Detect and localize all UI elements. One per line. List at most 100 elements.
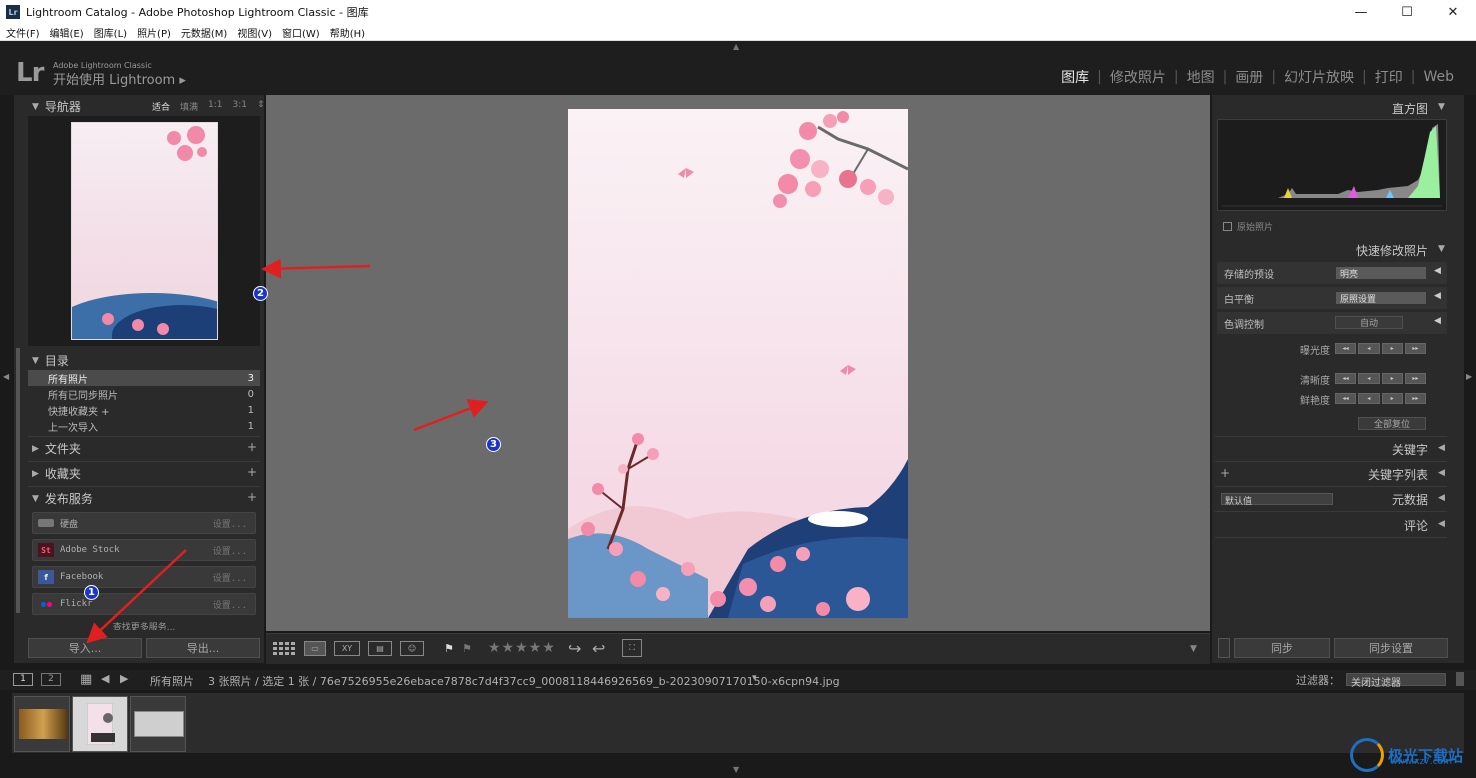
menu-file[interactable]: 文件(F) (6, 25, 40, 40)
bottom-panel-toggle-icon[interactable]: ▼ (733, 765, 739, 774)
catalog-quick-collection[interactable]: 快捷收藏夹 + 1 (28, 402, 260, 418)
menu-library[interactable]: 图库(L) (94, 25, 127, 40)
module-print[interactable]: 打印 (1367, 67, 1411, 87)
exposure-increase-large[interactable]: ▸▸ (1404, 343, 1426, 354)
navigator-thumbnail[interactable] (71, 122, 218, 340)
publish-settings-link[interactable]: 设置... (213, 571, 247, 584)
expand-triangle-icon[interactable]: ◀ (1434, 291, 1441, 301)
expand-triangle-icon[interactable]: ◀ (1434, 266, 1441, 276)
module-library[interactable]: 图库 (1053, 67, 1097, 87)
exposure-decrease-large[interactable]: ◂◂ (1335, 343, 1357, 354)
compare-view-icon[interactable]: XY (334, 641, 360, 656)
vibrance-increase-large[interactable]: ▸▸ (1404, 393, 1426, 404)
filmstrip-thumb[interactable] (130, 696, 186, 752)
collapse-triangle-icon[interactable]: ▼ (1438, 102, 1445, 112)
original-photo-checkbox[interactable] (1223, 222, 1232, 231)
primary-window-button[interactable]: 1 (13, 673, 33, 686)
collections-header[interactable]: ▶ 收藏夹 (32, 465, 81, 482)
reject-flag-icon[interactable]: ⚑ (462, 642, 472, 655)
keyword-list-title[interactable]: 关键字列表 (1368, 466, 1428, 483)
loupe-view-icon[interactable]: ▭ (304, 641, 326, 656)
catalog-synced-photos[interactable]: 所有已同步照片 0 (28, 386, 260, 402)
export-button[interactable]: 导出... (146, 638, 260, 658)
vibrance-decrease-large[interactable]: ◂◂ (1335, 393, 1357, 404)
expand-triangle-icon[interactable]: ◀ (1438, 443, 1445, 453)
metadata-title[interactable]: 元数据 (1392, 491, 1428, 508)
zoom-1-1[interactable]: 1:1 (208, 100, 222, 113)
publish-hard-drive[interactable]: 硬盘 设置... (32, 512, 256, 534)
module-map[interactable]: 地图 (1179, 67, 1223, 87)
publish-settings-link[interactable]: 设置... (213, 517, 247, 530)
folders-header[interactable]: ▶ 文件夹 (32, 440, 81, 457)
rotate-right-icon[interactable]: ↩ (592, 639, 605, 658)
publish-settings-link[interactable]: 设置... (213, 544, 247, 557)
source-dropdown-icon[interactable]: ▾ (752, 673, 757, 683)
clarity-decrease-large[interactable]: ◂◂ (1335, 373, 1357, 384)
filmstrip-thumb[interactable] (14, 696, 70, 752)
toolbar-menu-icon[interactable]: ▼ (1190, 644, 1197, 654)
catalog-all-photos[interactable]: 所有照片 3 (28, 370, 260, 386)
publish-flickr[interactable]: Flickr 设置... (32, 593, 256, 615)
flag-icon[interactable]: ⚑ (444, 642, 454, 655)
zoom-fill[interactable]: 填满 (180, 100, 198, 113)
filter-lock-icon[interactable] (1456, 672, 1464, 686)
minimize-button[interactable]: — (1338, 0, 1384, 24)
expand-triangle-icon[interactable]: ◀ (1438, 493, 1445, 503)
sync-toggle-switch[interactable] (1218, 638, 1230, 658)
clarity-increase[interactable]: ▸ (1381, 373, 1403, 384)
people-view-icon[interactable]: ☺ (400, 641, 424, 656)
find-more-services[interactable]: 查找更多服务... (32, 620, 256, 630)
add-folder-icon[interactable]: + (247, 440, 257, 454)
maximize-button[interactable]: ☐ (1384, 0, 1430, 24)
clarity-increase-large[interactable]: ▸▸ (1404, 373, 1426, 384)
grid-icon[interactable]: ▦ (80, 672, 92, 687)
publish-settings-link[interactable]: 设置... (213, 598, 247, 611)
comments-title[interactable]: 评论 (1404, 517, 1428, 534)
survey-view-icon[interactable]: ▤ (368, 641, 392, 656)
left-panel-toggle-icon[interactable]: ◀ (3, 372, 9, 381)
reset-all-button[interactable]: 全部复位 (1358, 417, 1426, 430)
expand-triangle-icon[interactable]: ◀ (1438, 468, 1445, 478)
top-panel-toggle-icon[interactable]: ▲ (733, 42, 739, 51)
add-keyword-icon[interactable]: + (1220, 466, 1230, 480)
white-balance-select[interactable]: 原照设置 (1336, 292, 1426, 305)
publish-facebook[interactable]: f Facebook 设置... (32, 566, 256, 588)
module-web[interactable]: Web (1415, 69, 1462, 85)
rotate-left-icon[interactable]: ↪ (568, 639, 581, 658)
right-panel-toggle-icon[interactable]: ▶ (1466, 372, 1472, 381)
menu-metadata[interactable]: 元数据(M) (181, 25, 227, 40)
collapse-triangle-icon[interactable]: ◀ (1434, 316, 1441, 326)
sync-settings-button[interactable]: 同步设置 (1334, 638, 1448, 658)
publish-adobe-stock[interactable]: St Adobe Stock 设置... (32, 539, 256, 561)
forward-arrow-icon[interactable]: ▶ (120, 672, 128, 685)
zoom-3-1[interactable]: 3:1 (233, 100, 247, 113)
exposure-decrease[interactable]: ◂ (1358, 343, 1380, 354)
star-rating[interactable]: ★★★★★ (488, 640, 556, 656)
vibrance-decrease[interactable]: ◂ (1358, 393, 1380, 404)
histogram[interactable] (1217, 119, 1447, 211)
exposure-increase[interactable]: ▸ (1381, 343, 1403, 354)
back-arrow-icon[interactable]: ◀ (101, 672, 109, 685)
menu-photo[interactable]: 照片(P) (137, 25, 171, 40)
zoom-menu-icon[interactable]: ⇕ (257, 100, 265, 113)
menu-view[interactable]: 视图(V) (237, 25, 272, 40)
module-book[interactable]: 画册 (1227, 67, 1271, 87)
collapse-triangle-icon[interactable]: ▼ (1438, 244, 1445, 254)
auto-tone-button[interactable]: 自动 (1335, 316, 1403, 329)
catalog-previous-import[interactable]: 上一次导入 1 (28, 418, 260, 434)
zoom-fit[interactable]: 适合 (152, 100, 170, 113)
close-button[interactable]: ✕ (1430, 0, 1476, 24)
keywording-title[interactable]: 关键字 (1392, 441, 1428, 458)
histogram-title[interactable]: 直方图 (1392, 100, 1428, 117)
vibrance-increase[interactable]: ▸ (1381, 393, 1403, 404)
catalog-header[interactable]: ▼ 目录 (32, 352, 69, 369)
metadata-preset-select[interactable]: 默认值 (1221, 493, 1333, 507)
navigator-header[interactable]: ▼ 导航器 (32, 98, 81, 115)
menu-help[interactable]: 帮助(H) (330, 25, 365, 40)
module-develop[interactable]: 修改照片 (1102, 67, 1174, 87)
add-publish-service-icon[interactable]: + (247, 490, 257, 504)
grid-view-icon[interactable] (272, 641, 296, 656)
filmstrip-source[interactable]: 所有照片 (150, 673, 194, 689)
get-started-link[interactable]: 开始使用 Lightroom ▸ (53, 69, 186, 88)
filter-select[interactable]: 关闭过滤器 (1346, 673, 1446, 689)
